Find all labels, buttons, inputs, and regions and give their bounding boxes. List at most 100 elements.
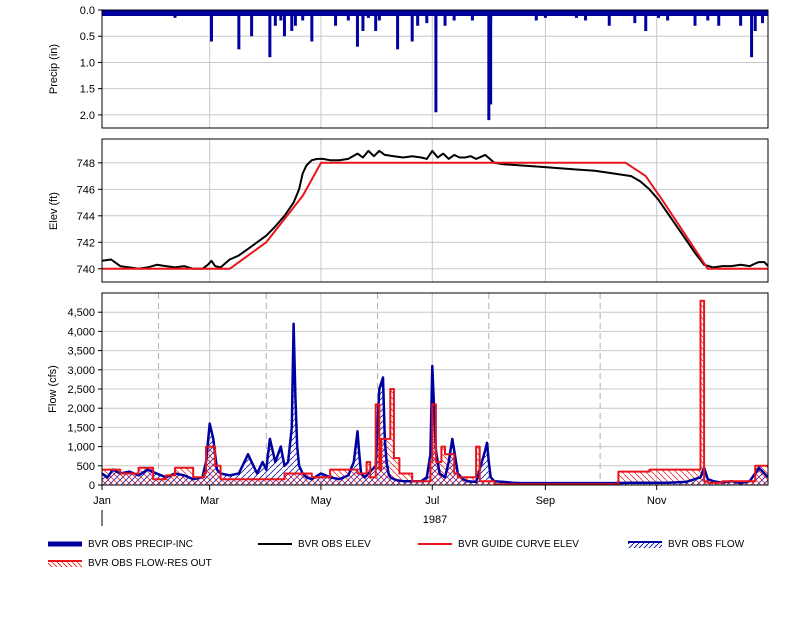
legend-swatch-red-line-icon [418, 543, 452, 545]
precip-bar [319, 10, 323, 16]
precip-bar [596, 10, 600, 16]
precip-bar [282, 10, 286, 37]
precip-bar [584, 10, 588, 21]
x-tick-label: Jul [425, 495, 439, 507]
precip-bar [459, 10, 463, 16]
flow-y-axis-label: Flow (cfs) [47, 365, 59, 413]
y-tick-label: 0.0 [80, 5, 95, 17]
precip-bar [104, 10, 108, 16]
precip-bar [470, 10, 474, 21]
precip-bar [501, 10, 505, 16]
precip-bar [301, 10, 305, 21]
precip-bar [377, 10, 381, 21]
x-tick-label: Jan [93, 495, 111, 507]
y-tick-label: 500 [77, 461, 95, 473]
precip-bar [425, 10, 429, 24]
precip-bar [443, 10, 447, 26]
precip-bar [396, 10, 400, 50]
precip-bar [293, 10, 297, 26]
y-tick-label: 748 [77, 158, 95, 170]
precip-bar [543, 10, 547, 18]
x-tick-label: Mar [200, 495, 219, 507]
precip-bar [607, 10, 611, 26]
precip-bar [273, 10, 277, 26]
legend-item-flow: BVR OBS FLOW [628, 535, 744, 553]
y-tick-label: 1.5 [80, 84, 95, 96]
legend-item-resout: BVR OBS FLOW-RES OUT [48, 554, 212, 572]
legend-label-elev: BVR OBS ELEV [298, 538, 371, 550]
legend-label-resout: BVR OBS FLOW-RES OUT [88, 557, 212, 569]
y-tick-label: 1,000 [67, 442, 95, 454]
precip-bar [761, 10, 765, 24]
precip-bar [693, 10, 697, 26]
legend-swatch-thick-blue-line-icon [48, 541, 82, 547]
precip-bar [574, 10, 578, 18]
x-tick-label: Sep [536, 495, 556, 507]
y-tick-label: 740 [77, 264, 95, 276]
y-tick-label: 746 [77, 184, 95, 196]
precip-bar [290, 10, 294, 31]
legend-item-elev: BVR OBS ELEV [258, 535, 371, 553]
precip-bar [250, 10, 254, 37]
precip-bar [520, 10, 524, 16]
precip-bar [346, 10, 350, 21]
x-tick-label: May [311, 495, 332, 507]
y-tick-label: 2.0 [80, 110, 95, 122]
precip-bar [512, 10, 516, 16]
legend-label-guide: BVR GUIDE CURVE ELEV [458, 538, 579, 550]
precip-bar-large [434, 10, 438, 113]
precip-bar [361, 10, 365, 31]
y-tick-label: 0 [89, 480, 95, 492]
precip-bar-large [489, 10, 493, 105]
y-tick-label: 2,500 [67, 384, 95, 396]
precip-bar [452, 10, 456, 21]
y-tick-label: 744 [77, 211, 95, 223]
precip-bar [173, 10, 177, 18]
precip-bar [355, 10, 359, 47]
precip-bar [556, 10, 560, 16]
precip-bar [753, 10, 757, 31]
y-tick-label: 2,000 [67, 403, 95, 415]
precip-y-axis-label: Precip (in) [48, 44, 60, 94]
precip-panel: 0.0 0.5 1.0 1.5 2.0 Precip (in) [48, 5, 769, 129]
precip-bar [268, 10, 272, 58]
precip-bar [261, 10, 265, 16]
precip-bar [633, 10, 637, 24]
precip-bar [717, 10, 721, 26]
legend-swatch-hatched-red-icon [48, 560, 82, 567]
x-tick-label: Nov [647, 495, 667, 507]
y-tick-label: 4,000 [67, 326, 95, 338]
precip-bar [279, 10, 283, 21]
precip-bar [410, 10, 414, 42]
legend-item-precip: BVR OBS PRECIP-INC [48, 535, 193, 553]
precip-bar [237, 10, 241, 50]
precip-bar [675, 10, 679, 16]
y-tick-label: 3,000 [67, 365, 95, 377]
legend-label-flow: BVR OBS FLOW [668, 538, 745, 550]
precip-bar [706, 10, 710, 21]
y-tick-label: 0.5 [80, 31, 95, 43]
precip-bar [750, 10, 754, 58]
precip-bar [416, 10, 420, 26]
y-tick-label: 1.0 [80, 57, 95, 69]
precip-bar [374, 10, 378, 31]
precip-bar [534, 10, 538, 21]
precip-bar [209, 10, 213, 42]
legend-swatch-hatched-blue-icon [628, 541, 662, 548]
legend: BVR OBS PRECIP-INC BVR OBS ELEV BVR GUID… [0, 533, 800, 593]
precip-bar [480, 10, 484, 16]
x-axis-year-label: 1987 [423, 514, 447, 526]
precip-bar [657, 10, 661, 18]
precip-bar [726, 10, 730, 16]
y-tick-label: 4,500 [67, 307, 95, 319]
precip-bar [388, 10, 392, 16]
y-tick-label: 1,500 [67, 422, 95, 434]
precip-bar [620, 10, 624, 16]
legend-swatch-black-line-icon [258, 543, 292, 545]
precip-bar [310, 10, 314, 42]
precip-bar [366, 10, 370, 18]
precip-bar [334, 10, 338, 26]
y-tick-label: 3,500 [67, 346, 95, 358]
precip-bar [200, 10, 204, 16]
legend-item-guide: BVR GUIDE CURVE ELEV [418, 535, 579, 553]
